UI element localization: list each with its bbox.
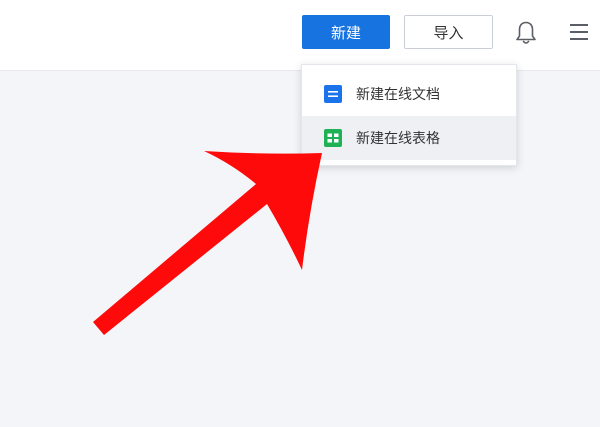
menu-item-label: 新建在线文档 bbox=[356, 87, 440, 103]
new-dropdown-menu: 新建在线文档 新建在线表格 bbox=[301, 64, 517, 166]
doc-icon bbox=[324, 85, 342, 103]
bell-icon[interactable] bbox=[514, 20, 538, 46]
import-button[interactable]: 导入 bbox=[404, 15, 493, 49]
menu-icon[interactable] bbox=[568, 21, 590, 43]
sheet-icon bbox=[324, 129, 342, 147]
new-button[interactable]: 新建 bbox=[302, 15, 390, 49]
menu-item-label: 新建在线表格 bbox=[356, 131, 440, 147]
menu-item-new-doc[interactable]: 新建在线文档 bbox=[302, 72, 516, 116]
top-bar: 新建 导入 bbox=[0, 0, 600, 71]
menu-item-new-sheet[interactable]: 新建在线表格 bbox=[302, 116, 516, 160]
